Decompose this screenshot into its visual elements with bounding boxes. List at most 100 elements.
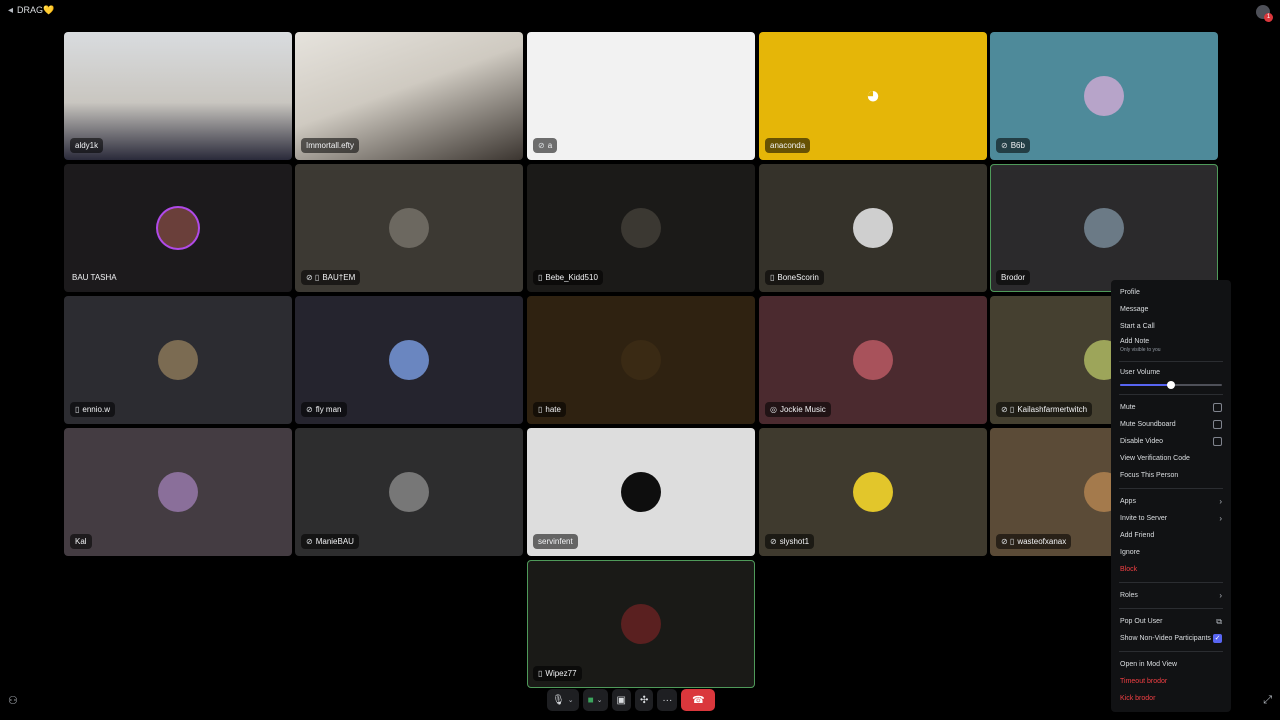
menu-item-message[interactable]: Message	[1111, 301, 1231, 318]
menu-item-block[interactable]: Block	[1111, 561, 1231, 578]
participant-tile[interactable]: ⊘ fly man	[295, 296, 523, 424]
menu-label: Pop Out User	[1120, 618, 1163, 625]
menu-sublabel: Only visible to you	[1120, 347, 1161, 353]
user-volume-control: User Volume	[1111, 366, 1231, 390]
menu-item-kick[interactable]: Kick brodor	[1111, 690, 1231, 707]
participant-tile[interactable]: Kal	[64, 428, 292, 556]
participant-tile[interactable]: BAU TASHA	[64, 164, 292, 292]
menu-label: Profile	[1120, 289, 1140, 296]
menu-item-verification-code[interactable]: View Verification Code	[1111, 450, 1231, 467]
channel-name: DRAG💛	[17, 5, 55, 15]
menu-item-disable-video[interactable]: Disable Video	[1111, 433, 1231, 450]
more-button[interactable]: ···	[657, 689, 678, 711]
menu-item-apps[interactable]: Apps ›	[1111, 493, 1231, 510]
channel-title: ◂ DRAG💛	[8, 5, 54, 16]
participant-name-tag: ⊘ ManieBAU	[301, 534, 359, 549]
chevron-down-icon[interactable]: ⌄	[568, 696, 574, 704]
participant-name-tag: ⊘ ▯ wasteofxanax	[996, 534, 1072, 549]
participant-name-tag: ⊘ B6b	[996, 138, 1030, 153]
menu-item-profile[interactable]: Profile	[1111, 284, 1231, 301]
menu-item-mod-view[interactable]: Open in Mod View	[1111, 656, 1231, 673]
participant-name: Kailashfarmertwitch	[1017, 405, 1088, 414]
menu-item-add-friend[interactable]: Add Friend	[1111, 527, 1231, 544]
participant-name: fly man	[315, 405, 342, 414]
participant-name: BAU TASHA	[72, 273, 117, 282]
screen-share-button[interactable]: ▣	[611, 689, 631, 711]
menu-item-invite[interactable]: Invite to Server ›	[1111, 510, 1231, 527]
avatar	[621, 340, 661, 380]
participant-tile[interactable]: ⊘ ManieBAU	[295, 428, 523, 556]
menu-item-start-call[interactable]: Start a Call	[1111, 318, 1231, 335]
menu-label: Kick brodor	[1120, 695, 1156, 702]
speaker-icon: ◂	[8, 5, 14, 16]
status-icons: ▯	[770, 273, 775, 282]
menu-label: Open in Mod View	[1120, 661, 1178, 668]
user-context-menu: Profile Message Start a Call Add Note On…	[1111, 280, 1231, 712]
menu-label: Mute Soundboard	[1120, 421, 1176, 428]
volume-slider[interactable]	[1120, 380, 1222, 390]
add-people-icon[interactable]: ⚇	[8, 694, 18, 707]
participant-name-tag: ⊘ slyshot1	[765, 534, 815, 549]
menu-label: View Verification Code	[1120, 455, 1190, 462]
avatar	[853, 208, 893, 248]
avatar	[158, 208, 198, 248]
participant-tile[interactable]: ⊘ a	[527, 32, 755, 160]
participant-tile[interactable]: ⊘ ▯ BAU†EM	[295, 164, 523, 292]
menu-item-focus-person[interactable]: Focus This Person	[1111, 467, 1231, 484]
participant-name: anaconda	[770, 141, 806, 150]
participant-tile[interactable]: ▯ ennio.w	[64, 296, 292, 424]
menu-label: Start a Call	[1120, 323, 1155, 330]
menu-item-timeout[interactable]: Timeout brodor	[1111, 673, 1231, 690]
menu-item-add-note[interactable]: Add Note Only visible to you	[1111, 335, 1231, 357]
mute-soundboard-checkbox[interactable]	[1213, 420, 1222, 429]
mic-button[interactable]: 🎙 ⌄	[547, 689, 579, 711]
camera-button[interactable]: ■ ⌄	[582, 689, 608, 711]
menu-item-roles[interactable]: Roles ›	[1111, 587, 1231, 604]
participant-tile[interactable]: ◕ anaconda	[759, 32, 987, 160]
participant-tile[interactable]: ▯ hate	[527, 296, 755, 424]
participant-tile[interactable]: ▯ BoneScorin	[759, 164, 987, 292]
inbox-icon[interactable]: 1	[1256, 5, 1273, 22]
menu-item-mute[interactable]: Mute	[1111, 399, 1231, 416]
participant-name: Jockie Music	[779, 405, 826, 414]
participant-tile[interactable]: ▯ Wipez77	[527, 560, 755, 688]
participant-tile[interactable]: ⊘ slyshot1	[759, 428, 987, 556]
participant-tile[interactable]: ▯ Bebe_Kidd510	[527, 164, 755, 292]
participant-name-tag: ▯ BoneScorin	[765, 270, 824, 285]
mute-checkbox[interactable]	[1213, 403, 1222, 412]
menu-separator	[1119, 608, 1223, 609]
participant-tile[interactable]: Brodor	[990, 164, 1218, 292]
status-icons: ⊘	[538, 141, 545, 150]
avatar	[621, 208, 661, 248]
more-icon: ···	[662, 694, 673, 706]
menu-item-ignore[interactable]: Ignore	[1111, 544, 1231, 561]
activity-button[interactable]: ✣	[634, 689, 654, 711]
show-non-video-checkbox[interactable]: ✓	[1213, 634, 1222, 643]
leave-call-button[interactable]: ☎	[681, 689, 716, 711]
status-icons: ▯	[538, 669, 543, 678]
slider-fill	[1120, 384, 1171, 386]
participant-name: Brodor	[1001, 273, 1026, 282]
status-icons: ⊘	[1001, 141, 1008, 150]
participant-tile[interactable]: ◎ Jockie Music	[759, 296, 987, 424]
disable-video-checkbox[interactable]	[1213, 437, 1222, 446]
participant-name-tag: ⊘ ▯ BAU†EM	[301, 270, 361, 285]
menu-item-show-non-video[interactable]: Show Non-Video Participants ✓	[1111, 630, 1231, 647]
participant-tile[interactable]: Immortall.efty	[295, 32, 523, 160]
participant-name-tag: ⊘ ▯ Kailashfarmertwitch	[996, 402, 1093, 417]
slider-handle[interactable]	[1167, 381, 1175, 389]
chevron-down-icon[interactable]: ⌄	[597, 696, 603, 704]
participant-tile[interactable]: servinfent	[527, 428, 755, 556]
participant-tile[interactable]: aldy1k	[64, 32, 292, 160]
avatar	[158, 340, 198, 380]
window-title-bar: ◂ DRAG💛 1	[0, 0, 1280, 26]
status-icons: ▯	[538, 273, 543, 282]
participant-tile[interactable]: ⊘ B6b	[990, 32, 1218, 160]
menu-label: Timeout brodor	[1120, 678, 1168, 685]
menu-item-mute-soundboard[interactable]: Mute Soundboard	[1111, 416, 1231, 433]
participant-name: Immortall.efty	[306, 141, 355, 150]
menu-item-pop-out[interactable]: Pop Out User ⧉	[1111, 613, 1231, 630]
fullscreen-icon[interactable]: ⤢	[1263, 694, 1272, 707]
participant-name: servinfent	[538, 537, 573, 546]
participant-name: hate	[545, 405, 561, 414]
